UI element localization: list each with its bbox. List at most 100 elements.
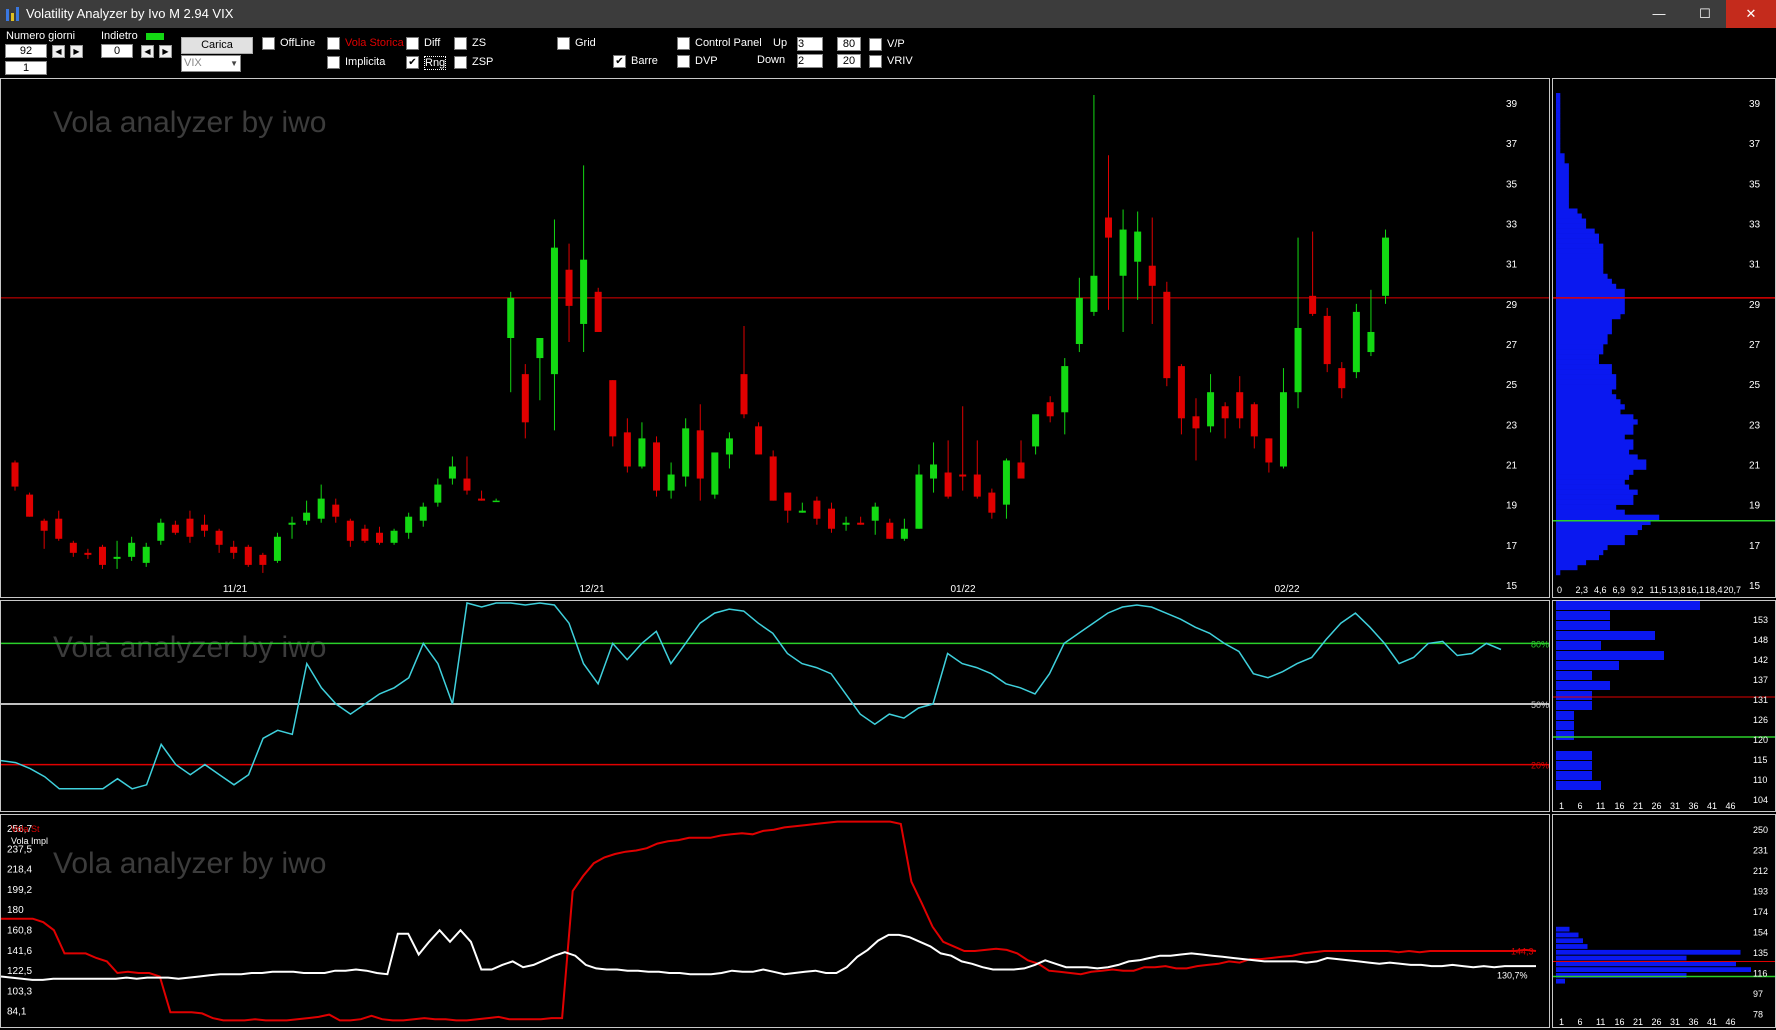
vola-storica-checkbox[interactable] [327,37,340,50]
histogram-bar [1556,168,1569,174]
dvp-checkbox[interactable] [677,55,690,68]
candle-body [84,552,92,555]
candle-body [1207,392,1215,427]
rng-checkbox[interactable]: ✔ [406,56,419,69]
candle-body [26,494,34,517]
numero-giorni-input[interactable]: 92 [5,44,47,58]
numero-giorni-increment[interactable]: ▶ [70,45,83,58]
vola-histogram-panel[interactable]: 250 231 212 193 174 154 135 116 97 78 1 6 11 16 21 26 31… [1552,814,1776,1028]
y-tick-label: 103,3 [7,986,32,997]
histogram-bar [1556,238,1599,244]
histogram-bar [1556,691,1592,700]
histogram-bar [1556,434,1625,440]
down-input[interactable]: 2 [797,54,823,68]
volatility-lines-chart: Vola analyzer by iwo256,7237,5218,4199,2… [0,820,1537,1022]
diff-label: Diff [424,37,441,49]
control-panel-label: Control Panel [695,37,762,49]
secondary-value-input[interactable]: 1 [5,61,47,75]
vriv-checkbox[interactable] [869,55,882,68]
candle-body [113,556,121,559]
histogram-bar [1556,554,1599,561]
y-tick-label: 31 [1749,260,1761,271]
histogram-bar [1556,514,1660,521]
histogram-bar [1556,374,1617,380]
carica-button[interactable]: Carica [181,37,253,54]
numero-giorni-decrement[interactable]: ◀ [52,45,65,58]
minimize-button[interactable]: — [1636,0,1682,28]
vola-chart-panel[interactable]: Vola analyzer by iwo 256,7 237,5 218,4 199,2… [0,814,1550,1028]
x-tick-label: 16 [1615,801,1625,811]
histogram-bar [1556,128,1561,134]
y-tick-label: 231 [1753,846,1768,856]
up-threshold-input[interactable]: 80 [837,37,861,51]
implicita-checkbox[interactable] [327,56,340,69]
x-tick-label: 2,3 [1576,585,1589,595]
x-tick-label: 31 [1670,801,1680,811]
price-histogram-panel[interactable]: 39 37 35 33 31 29 27 25 23 21 19 17 15 0 2,3 4,6 6,9 9,2 1… [1552,78,1776,598]
histogram-bar [1556,253,1604,259]
symbol-select[interactable]: VIX ▼ [181,55,241,72]
down-threshold-input[interactable]: 20 [837,54,861,68]
y-tick-label: 137 [1753,675,1768,685]
close-button[interactable]: ✕ [1726,0,1776,28]
histogram-bar [1556,273,1608,280]
y-tick-label: 148 [1753,635,1768,645]
candle-body [988,492,996,513]
x-tick-label: 11 [1596,801,1605,811]
diff-checkbox[interactable] [406,37,419,50]
zs-checkbox[interactable] [454,37,467,50]
candle-body [798,510,806,513]
y-tick-label: 180 [7,905,24,916]
candle-body [1221,406,1229,419]
candle-body [1352,311,1360,373]
candle-body [1279,392,1287,467]
histogram-bar [1556,751,1592,760]
y-tick-label: 37 [1749,139,1761,150]
y-tick-label: 154 [1753,928,1768,938]
candle-body [1119,229,1127,276]
volatility-histogram: 25023121219317415413511697781 6 11 16 21 26 31… [1553,825,1775,1027]
rank-chart-panel[interactable]: Vola analyzer by iwo 80% 50% 20% [0,600,1550,812]
histogram-bar [1556,711,1574,720]
control-panel-checkbox[interactable] [677,37,690,50]
histogram-bar [1556,529,1638,536]
zsp-checkbox[interactable] [454,56,467,69]
vola-implicita-last-value: 130,7% [1497,970,1528,980]
candle-body [507,297,515,338]
indietro-decrement[interactable]: ◀ [141,45,154,58]
y-tick-label: 110 [1753,775,1767,785]
rank-histogram-panel[interactable]: 153 148 142 137 131 126 120 115 110 104 1 6 11 16 21 26… [1552,600,1776,812]
histogram-bar [1556,113,1561,119]
histogram-bar [1556,449,1630,455]
up-input[interactable]: 3 [797,37,823,51]
vp-checkbox[interactable] [869,38,882,51]
histogram-bar [1556,641,1601,650]
price-chart-panel[interactable]: Vola analyzer by iwo 39 37 35 33 31 29 27 25 23 21… [0,78,1550,598]
x-tick-label: 0 [1557,585,1562,595]
histogram-bar [1556,263,1604,270]
offline-checkbox[interactable] [262,37,275,50]
histogram-bar [1556,198,1569,204]
histogram-bar [1556,949,1741,955]
maximize-button[interactable]: ☐ [1682,0,1728,28]
offline-label: OffLine [280,37,316,49]
grid-label: Grid [575,37,596,49]
candle-body [1177,366,1185,419]
histogram-bar [1556,559,1587,566]
y-tick-label: 131 [1753,695,1768,705]
candle-body [827,508,835,529]
histogram-bar [1556,499,1634,505]
candle-body [215,530,223,545]
candle-body [784,492,792,511]
price-volume-profile: 39 37 35 33 31 29 27 25 23 21 19 17 15 0 2,3 4,6 6,9 9,2 1… [1553,93,1775,595]
grid-checkbox[interactable] [557,37,570,50]
indietro-input[interactable]: 0 [101,44,133,58]
barre-checkbox[interactable]: ✔ [613,55,626,68]
candle-body [1163,291,1171,379]
x-tick-label: 46 [1726,801,1736,811]
x-tick-label: 13,8 [1668,585,1686,595]
y-tick-label: 84,1 [7,1007,27,1018]
indietro-increment[interactable]: ▶ [159,45,172,58]
candle-body [142,546,150,563]
vola-implicita-line [0,928,1536,981]
